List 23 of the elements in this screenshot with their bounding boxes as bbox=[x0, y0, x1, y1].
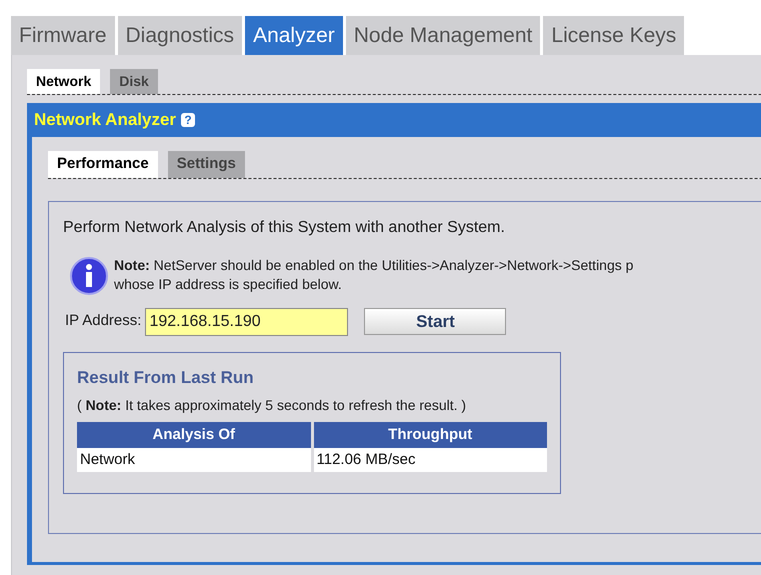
refresh-note: ( Note: It takes approximately 5 seconds to refresh the result. ) bbox=[77, 396, 468, 415]
sub-tab[interactable]: Network bbox=[27, 69, 100, 94]
start-button[interactable]: Start bbox=[364, 308, 506, 335]
ip-address-field[interactable]: 192.168.15.190 bbox=[145, 308, 348, 336]
result-title: Result From Last Run bbox=[77, 366, 255, 388]
intro-text: Perform Network Analysis of this System with another System. bbox=[63, 218, 506, 238]
column-header: Analysis Of bbox=[77, 422, 312, 448]
help-icon[interactable]: ? bbox=[181, 113, 196, 127]
note-text: Note: NetServer should be enabled on the Utilities->Analyzer->Network->Settings p whose IP address is specified below. bbox=[114, 256, 634, 294]
panel-tab[interactable]: Settings bbox=[168, 151, 245, 178]
main-tab[interactable]: Diagnostics bbox=[118, 16, 242, 55]
panel-tab[interactable]: Performance bbox=[48, 151, 158, 178]
info-icon bbox=[69, 256, 109, 296]
main-tab[interactable]: Analyzer bbox=[245, 16, 343, 55]
table-cell: 112.06 MB/sec bbox=[312, 448, 547, 472]
ip-address-label: IP Address: bbox=[65, 311, 142, 332]
main-tab[interactable]: Node Management bbox=[346, 16, 540, 55]
sub-tab[interactable]: Disk bbox=[110, 69, 158, 94]
panel-title: Network Analyzer bbox=[34, 109, 176, 132]
main-tab[interactable]: License Keys bbox=[543, 16, 684, 55]
column-header: Throughput bbox=[312, 422, 547, 448]
table-cell: Network bbox=[77, 448, 312, 472]
main-tab[interactable]: Firmware bbox=[11, 16, 114, 55]
